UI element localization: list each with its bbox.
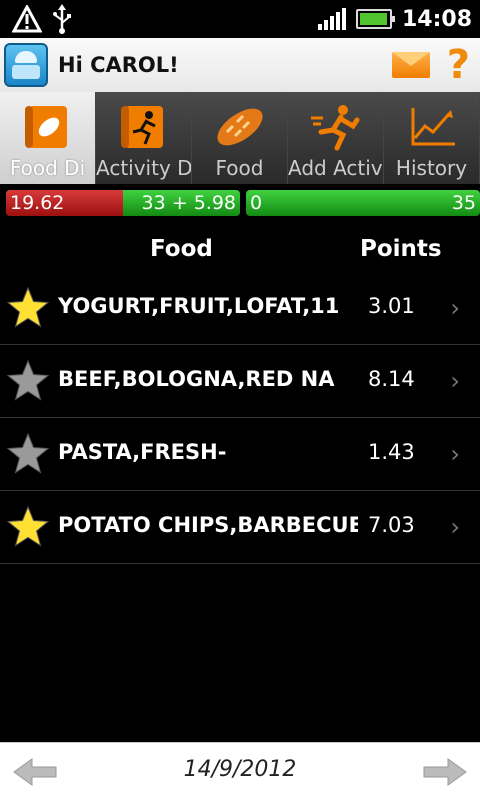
activity-bar: 0 35 <box>246 190 480 216</box>
activity-min-value: 0 <box>250 192 263 214</box>
tab-food-diary[interactable]: Food Di <box>0 92 96 184</box>
tab-label: Activity Di <box>96 156 191 180</box>
star-icon[interactable] <box>6 359 50 403</box>
title-bar: Hi CAROL! ? <box>0 38 480 92</box>
battery-icon <box>355 9 395 29</box>
food-list-item[interactable]: YOGURT,FRUIT,LOFAT,11 3.01 › <box>0 272 480 345</box>
budget-value: 33 + 5.98 <box>141 192 236 214</box>
progress-bars: 19.62 33 + 5.98 0 35 <box>0 186 480 220</box>
tab-label: Add Activi <box>288 156 383 180</box>
food-column-header: Food <box>150 236 213 262</box>
tab-label: Food Di <box>9 156 86 180</box>
runner-icon <box>310 105 359 151</box>
food-points: 3.01 <box>368 294 415 318</box>
warning-icon <box>12 5 42 33</box>
tab-add-activity[interactable]: Add Activi <box>288 92 384 184</box>
chevron-right-icon: › <box>450 294 460 322</box>
food-list-item[interactable]: BEEF,BOLOGNA,RED NA 8.14 › <box>0 345 480 418</box>
scale-app-icon <box>4 43 48 87</box>
food-list-item[interactable]: PASTA,FRESH- 1.43 › <box>0 418 480 491</box>
food-list: YOGURT,FRUIT,LOFAT,11 3.01 › BEEF,BOLOGNA,R… <box>0 272 480 564</box>
food-points: 7.03 <box>368 513 415 537</box>
bread-icon <box>216 108 263 146</box>
tab-label: Food <box>215 156 264 180</box>
status-left <box>12 4 72 34</box>
favorite-star-icon[interactable] <box>6 286 50 330</box>
chevron-right-icon: › <box>450 513 460 541</box>
status-right: 14:08 <box>317 4 472 34</box>
daily-budget-bar: 19.62 33 + 5.98 <box>6 190 240 216</box>
mail-icon[interactable] <box>392 52 430 78</box>
tab-history[interactable]: History <box>384 92 480 184</box>
food-name: PASTA,FRESH- <box>58 440 227 464</box>
food-name: POTATO CHIPS,BARBECUE- <box>58 513 358 537</box>
food-name: BEEF,BOLOGNA,RED NA <box>58 367 335 391</box>
status-bar: 14:08 <box>0 0 480 38</box>
chevron-right-icon: › <box>450 440 460 468</box>
chart-icon <box>411 108 455 146</box>
tab-bar: Food Di Activity Di Food Add Activi Hist… <box>0 92 480 184</box>
next-day-arrow-icon[interactable] <box>422 757 468 787</box>
activity-diary-icon <box>120 106 163 148</box>
date-navigation: 14/9/2012 <box>0 742 480 800</box>
help-icon[interactable]: ? <box>447 42 470 88</box>
food-name: YOGURT,FRUIT,LOFAT,11 <box>58 294 340 318</box>
activity-max-value: 35 <box>451 192 476 214</box>
food-diary-icon <box>24 106 67 148</box>
tab-activity-diary[interactable]: Activity Di <box>96 92 192 184</box>
greeting-text: Hi CAROL! <box>58 53 179 77</box>
favorite-star-icon[interactable] <box>6 505 50 549</box>
signal-icon <box>317 8 346 30</box>
tab-label: History <box>395 156 468 180</box>
food-list-item[interactable]: POTATO CHIPS,BARBECUE- 7.03 › <box>0 491 480 564</box>
list-header: Food Points <box>0 230 480 274</box>
food-points: 1.43 <box>368 440 415 464</box>
chevron-right-icon: › <box>450 367 460 395</box>
consumed-value: 19.62 <box>10 192 65 214</box>
points-column-header: Points <box>360 236 442 262</box>
current-date: 14/9/2012 <box>183 757 297 782</box>
star-icon[interactable] <box>6 432 50 476</box>
usb-icon <box>53 4 71 34</box>
tab-food[interactable]: Food <box>192 92 288 184</box>
clock-time: 14:08 <box>401 6 472 32</box>
food-points: 8.14 <box>368 367 415 391</box>
